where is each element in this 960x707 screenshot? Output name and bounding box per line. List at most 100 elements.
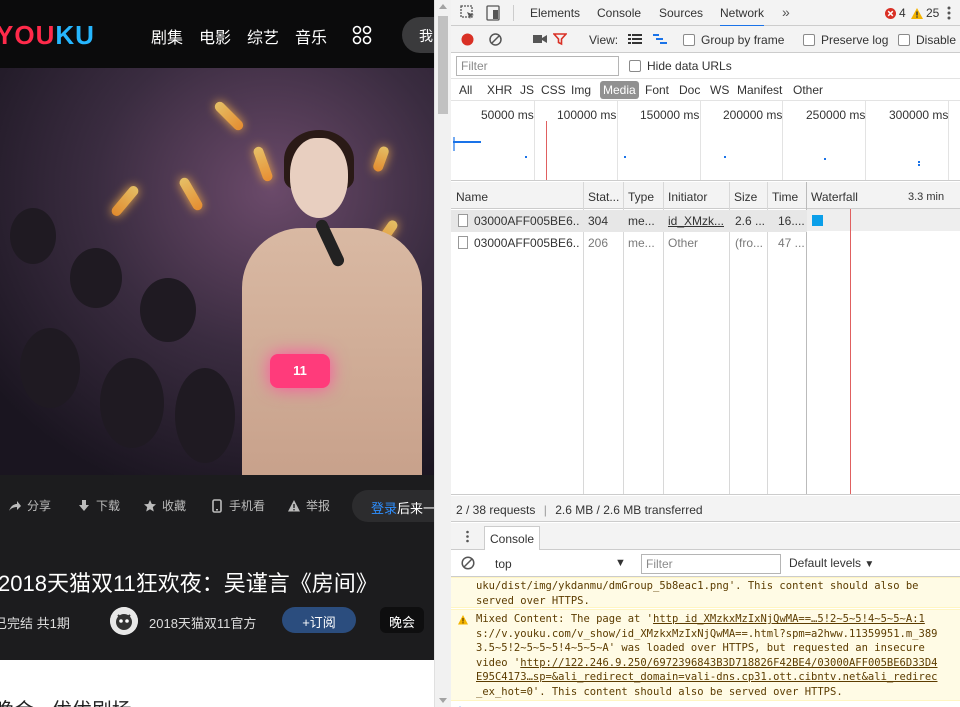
disable-cache-checkbox[interactable] [898,34,910,46]
list-view-icon[interactable] [628,33,642,45]
preserve-log-option[interactable]: Preserve log [803,33,888,47]
console-warning-message[interactable]: uku/dist/img/ykdanmu/dmGroup_5b8eac1.png… [451,577,960,608]
type-filter-js[interactable]: JS [517,81,537,99]
request-initiator-link[interactable]: id_XMzk... [668,214,724,228]
filter-funnel-icon[interactable] [553,32,567,46]
video-capture-icon[interactable] [533,33,547,45]
drawer-menu-icon[interactable] [466,530,469,543]
type-filter-manifest[interactable]: Manifest [734,81,785,99]
record-icon[interactable] [461,33,474,46]
column-header-initiator[interactable]: Initiator [668,190,707,204]
type-filter-all[interactable]: All [456,81,475,99]
scroll-thumb[interactable] [438,16,448,114]
crowd-figure [140,278,196,342]
login-link[interactable]: 登录 [371,501,397,516]
table-row[interactable]: 03000AFF005BE6... 206 me... Other (fro..… [451,232,807,254]
column-header-time[interactable]: Time [772,190,798,204]
table-row[interactable]: 03000AFF005BE6... 304 me... id_XMzk... 2… [451,210,807,232]
search-box[interactable]: 我 [402,17,434,53]
preserve-log-checkbox[interactable] [803,34,815,46]
group-by-frame-option[interactable]: Group by frame [683,33,784,47]
type-filter-font[interactable]: Font [642,81,672,99]
request-table-header: Name Stat... Type Initiator Size Time Wa… [451,182,960,209]
tab-sources[interactable]: Sources [659,6,703,20]
video-player[interactable]: 11 [0,68,434,475]
nav-item-music[interactable]: 音乐 [295,24,327,48]
share-action[interactable]: 分享 [8,497,51,514]
mobile-watch-action[interactable]: 手机看 [210,497,265,514]
type-filter-doc[interactable]: Doc [676,81,703,99]
tab-console[interactable]: Console [597,6,641,20]
type-filter-media[interactable]: Media [600,81,639,99]
tab-elements[interactable]: Elements [530,6,580,20]
waterfall-timing-bar[interactable] [812,215,823,226]
youku-logo[interactable]: YOUKU [0,20,95,51]
column-header-waterfall[interactable]: Waterfall [811,190,858,204]
page-scrollbar[interactable] [434,0,451,707]
hide-data-urls-checkbox[interactable] [629,60,641,72]
console-message-line[interactable]: s://v.youku.com/v_show/id_XMzkxMzIxNjQwM… [476,627,958,642]
type-filter-img[interactable]: Img [568,81,594,99]
type-filter-xhr[interactable]: XHR [484,81,515,99]
hide-data-urls-option[interactable]: Hide data URLs [629,59,732,73]
console-warning-message[interactable]: Mixed Content: The page at 'http id_XMzk… [451,609,960,701]
subscribe-button[interactable]: +订阅 [282,607,356,633]
console-message-line[interactable]: E95C4173…sp=&ali_redirect_domain=vali-dn… [476,670,958,685]
column-header-status[interactable]: Stat... [588,190,619,204]
overview-request-bar [453,137,455,151]
timeline-overview[interactable]: 50000 ms 100000 ms 150000 ms 200000 ms 2… [451,101,960,181]
waterfall-view-icon[interactable] [653,33,667,45]
login-prompt-button[interactable]: 登录后来一 [352,490,434,522]
nav-item-movies[interactable]: 电影 [199,24,231,48]
category-tag[interactable]: 晚会 [380,607,424,633]
column-header-name[interactable]: Name [456,190,488,204]
inspect-element-icon[interactable] [459,4,477,22]
network-filter-input[interactable] [456,56,619,76]
clear-icon[interactable] [489,33,502,46]
console-message-line: served over HTTPS. [476,594,590,607]
request-size: (fro... [735,236,764,250]
scroll-up-arrow-icon[interactable] [439,4,447,9]
more-tabs-chevron-icon[interactable]: » [782,4,790,20]
drawer-tab-console[interactable]: Console [484,526,541,550]
tab-network[interactable]: Network [720,6,765,27]
scroll-down-arrow-icon[interactable] [439,698,447,703]
download-action[interactable]: 下载 [77,497,120,514]
column-header-type[interactable]: Type [628,190,654,204]
report-action[interactable]: 举报 [287,497,330,514]
nav-item-variety[interactable]: 综艺 [247,24,279,48]
type-filter-ws[interactable]: WS [707,81,732,99]
overview-request-dot [824,158,826,160]
console-prompt-chevron-icon[interactable]: › [459,703,463,707]
log-levels-dropdown[interactable]: Default levels ▼ [789,556,874,570]
type-filter-other[interactable]: Other [790,81,826,99]
execution-context-select[interactable]: top [495,557,512,571]
dropdown-arrow-icon[interactable]: ▼ [615,557,626,569]
type-filter-css[interactable]: CSS [538,81,569,99]
group-by-frame-checkbox[interactable] [683,34,695,46]
crowd-figure [175,368,235,463]
crowd-figure [100,358,164,448]
console-filter-input[interactable] [641,554,781,574]
warning-triangle-icon [288,499,300,511]
warning-counter[interactable]: 25 [911,6,939,20]
error-count: 4 [899,6,906,20]
nav-item-series[interactable]: 剧集 [151,24,183,48]
favorite-action[interactable]: 收藏 [143,497,186,514]
overview-gridline [700,101,701,180]
request-name: 03000AFF005BE6... [474,214,580,228]
kebab-menu-icon[interactable] [947,5,951,21]
clear-console-icon[interactable] [461,556,475,570]
channel-avatar[interactable] [110,607,138,635]
device-toolbar-icon[interactable] [484,4,502,22]
column-header-size[interactable]: Size [734,190,757,204]
message-text: Mixed Content: The page at ' [476,613,654,625]
report-label: 举报 [306,499,331,513]
channel-name[interactable]: 2018天猫双11官方 [149,613,256,632]
disable-cache-option[interactable]: Disable [898,33,956,47]
error-counter[interactable]: 4 [885,6,906,20]
page-url-link[interactable]: http id_XMzkxMzIxNjQwMA==…5!2~5~5!4~5~5~… [653,613,925,625]
grid-menu-icon[interactable] [352,25,372,45]
performer-body [242,228,422,475]
video-url-link[interactable]: http://122.246.9.250/6972396843B3D718826… [520,657,937,669]
